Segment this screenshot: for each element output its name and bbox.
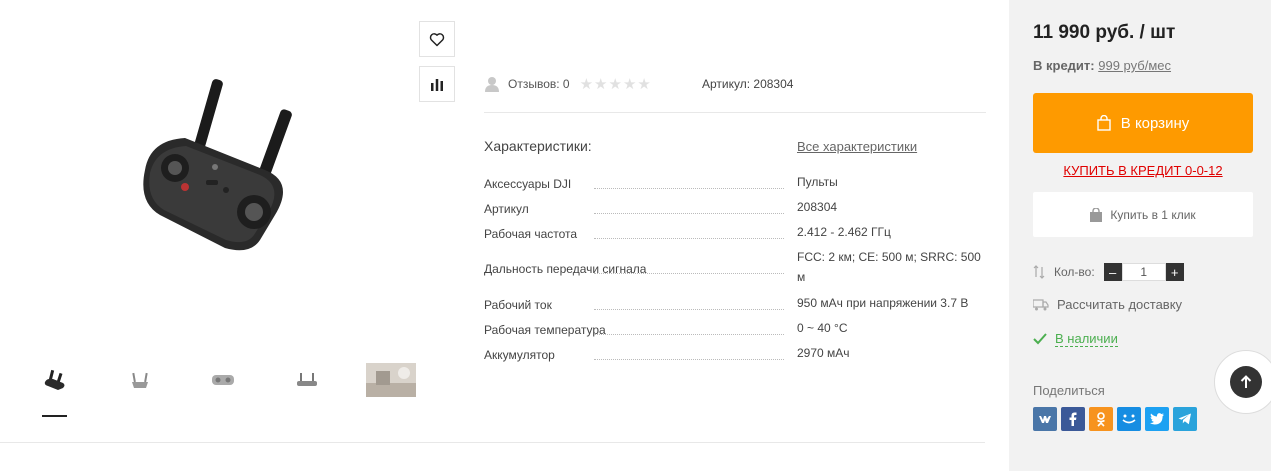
sort-arrows-icon	[1033, 265, 1045, 279]
quantity-row: Кол-во: – +	[1033, 262, 1184, 282]
thumbnail-1[interactable]	[30, 362, 80, 398]
meta-divider	[484, 112, 986, 113]
spec-value: Пульты	[797, 175, 838, 189]
calculate-delivery-label: Рассчитать доставку	[1057, 297, 1183, 312]
reviews-count[interactable]: Отзывов: 0	[508, 77, 570, 91]
bar-chart-icon	[431, 79, 443, 91]
shopping-bag-icon	[1090, 207, 1103, 222]
twitter-icon[interactable]	[1145, 407, 1169, 431]
telegram-icon[interactable]	[1173, 407, 1197, 431]
add-to-compare-button[interactable]	[419, 66, 455, 102]
credit-monthly-link[interactable]: 999 руб/мес	[1098, 58, 1171, 73]
thumbnail-3[interactable]	[198, 362, 248, 398]
star-icon: ★	[637, 75, 651, 93]
scroll-to-top-button[interactable]	[1214, 350, 1271, 414]
spec-value: 2.412 - 2.462 ГГц	[797, 225, 891, 239]
add-to-cart-label: В корзину	[1120, 114, 1190, 132]
quantity-decrease-button[interactable]: –	[1103, 263, 1122, 281]
odnoklassniki-icon[interactable]	[1089, 407, 1113, 431]
all-specs-link[interactable]: Все характеристики	[797, 139, 917, 154]
product-meta: Отзывов: 0 ★ ★ ★ ★ ★ Артикул: 208304	[484, 72, 986, 96]
product-main-image[interactable]	[10, 10, 435, 310]
star-icon: ★	[622, 75, 637, 93]
share-label: Поделиться	[1033, 383, 1105, 398]
vk-icon[interactable]	[1033, 407, 1057, 431]
arrow-up-icon	[1240, 375, 1252, 388]
spec-leader-dots	[594, 309, 784, 310]
share-buttons	[1033, 407, 1201, 431]
spec-value: 950 мАч при напряжении 3.7 В	[797, 296, 969, 310]
spec-name: Рабочий ток	[484, 298, 552, 312]
product-info: Отзывов: 0 ★ ★ ★ ★ ★ Артикул: 208304 Хар…	[484, 0, 986, 440]
section-divider	[0, 442, 985, 443]
rating-stars[interactable]: ★ ★ ★ ★ ★	[580, 77, 652, 92]
facebook-icon[interactable]	[1061, 407, 1085, 431]
in-stock-label[interactable]: В наличии	[1055, 331, 1118, 347]
spec-value: 208304	[797, 200, 838, 214]
check-icon	[1033, 333, 1047, 345]
heart-icon	[429, 32, 445, 46]
thumbnail-2[interactable]	[115, 362, 165, 398]
stock-status: В наличии	[1033, 331, 1118, 347]
spec-leader-dots	[594, 273, 784, 274]
product-price: 11 990 руб. / шт	[1033, 22, 1176, 43]
one-click-label: Купить в 1 клик	[1110, 207, 1196, 222]
shopping-bag-icon	[1097, 115, 1111, 131]
moimir-icon[interactable]	[1117, 407, 1141, 431]
buy-on-credit-link[interactable]: КУПИТЬ В КРЕДИТ 0-0-12	[1033, 163, 1253, 178]
user-icon	[485, 77, 499, 92]
add-to-cart-button[interactable]: В корзину	[1033, 93, 1253, 153]
spec-name: Рабочая частота	[484, 227, 578, 241]
spec-value: FCC: 2 км; CE: 500 м; SRRC: 500 м	[797, 250, 981, 284]
calculate-delivery-link[interactable]: Рассчитать доставку	[1033, 297, 1182, 312]
thumbnail-5[interactable]	[366, 362, 416, 398]
truck-icon	[1033, 298, 1049, 310]
spec-value: 2970 мАч	[797, 346, 850, 360]
add-to-favorites-button[interactable]	[419, 21, 455, 57]
spec-name: Артикул	[484, 202, 529, 216]
spec-leader-dots	[594, 334, 784, 335]
quantity-label: Кол-во:	[1054, 265, 1095, 279]
star-icon: ★	[579, 75, 594, 93]
spec-name: Аксессуары DJI	[484, 177, 572, 191]
star-icon: ★	[594, 75, 608, 93]
thumbnail-4[interactable]	[282, 362, 332, 398]
credit-info: В кредит: 999 руб/мес	[1033, 58, 1171, 73]
spec-name: Аккумулятор	[484, 348, 555, 362]
star-icon: ★	[608, 75, 622, 93]
product-gallery	[0, 0, 470, 471]
article-number: Артикул: 208304	[702, 77, 794, 91]
spec-leader-dots	[594, 238, 784, 239]
spec-name: Рабочая температура	[484, 323, 606, 337]
thumbnail-active-indicator	[42, 415, 67, 417]
credit-label: В кредит:	[1033, 58, 1095, 73]
spec-leader-dots	[594, 213, 784, 214]
spec-value: 0 ~ 40 °C	[797, 321, 848, 335]
quantity-increase-button[interactable]: +	[1165, 263, 1184, 281]
one-click-buy-button[interactable]: Купить в 1 клик	[1033, 192, 1253, 237]
thumbnail-strip	[30, 362, 430, 402]
spec-leader-dots	[594, 188, 784, 189]
quantity-input[interactable]	[1121, 263, 1166, 281]
spec-leader-dots	[594, 359, 784, 360]
